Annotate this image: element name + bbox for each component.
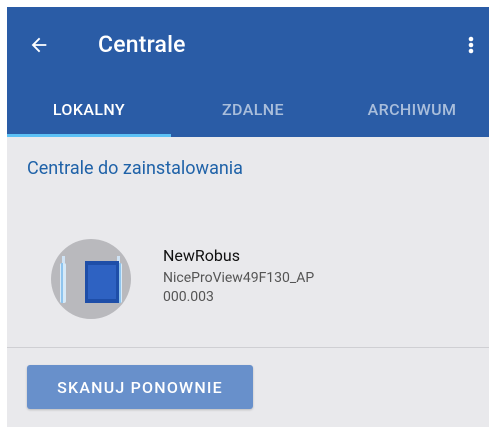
tab-label: ZDALNE — [222, 100, 284, 119]
tab-label: LOKALNY — [52, 100, 126, 119]
tab-indicator — [7, 134, 171, 137]
avatar — [51, 239, 131, 319]
rescan-button[interactable]: SKANUJ PONOWNIE — [27, 365, 253, 409]
tab-label: ARCHIWUM — [367, 100, 457, 119]
tab-archiwum[interactable]: ARCHIWUM — [335, 82, 489, 137]
device-version: 000.003 — [163, 289, 214, 305]
device-ssid: NiceProView49F130_AP — [163, 270, 315, 286]
control-unit-icon — [60, 256, 122, 303]
app-screen: Centrale LOKALNY ZDALNE ARCHIWUM Central… — [7, 7, 489, 427]
section-title: Centrale do zainstalowania — [27, 158, 243, 179]
page-title: Centrale — [98, 31, 186, 58]
tab-lokalny[interactable]: LOKALNY — [7, 82, 171, 137]
divider — [7, 347, 489, 348]
arrow-left-icon — [31, 37, 47, 53]
list-item[interactable]: NewRobus NiceProView49F130_AP 000.003 — [7, 217, 489, 337]
overflow-menu-button[interactable] — [459, 29, 483, 61]
tab-bar: LOKALNY ZDALNE ARCHIWUM — [7, 82, 489, 137]
tab-zdalne[interactable]: ZDALNE — [171, 82, 335, 137]
app-bar: Centrale LOKALNY ZDALNE ARCHIWUM — [7, 7, 489, 137]
toolbar: Centrale — [7, 7, 489, 82]
back-button[interactable] — [23, 29, 55, 61]
device-name: NewRobus — [163, 246, 240, 265]
more-vertical-icon — [468, 36, 474, 54]
